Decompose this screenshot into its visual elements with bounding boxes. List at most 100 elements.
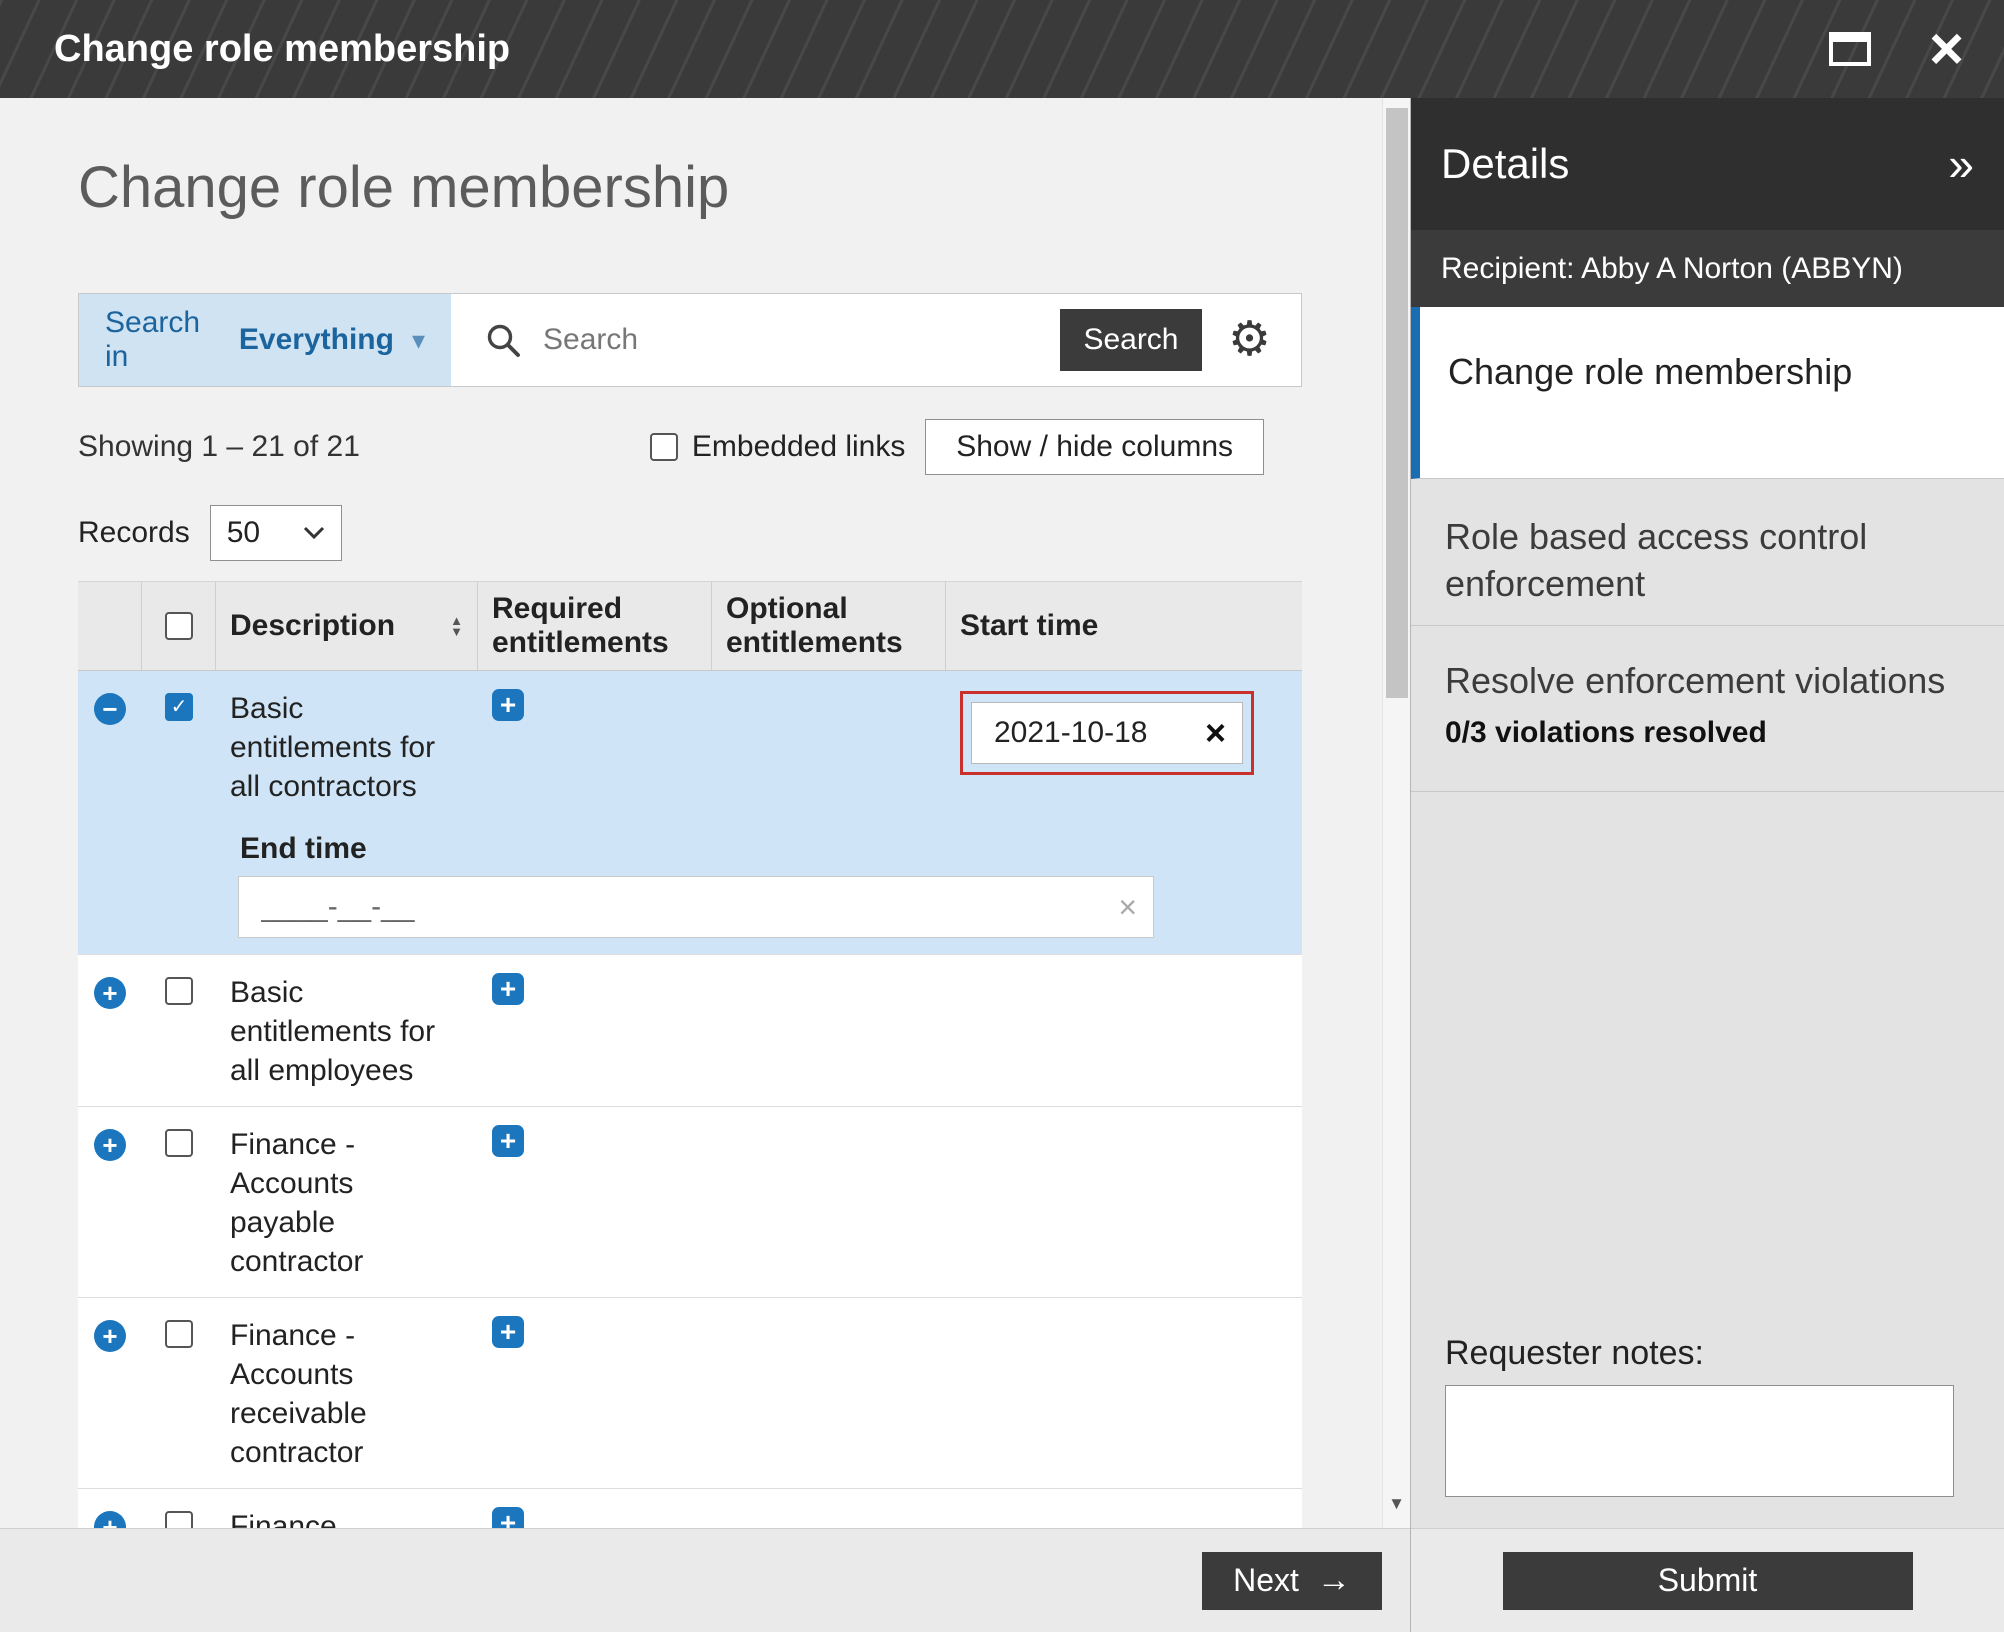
end-time-label: End time [240, 832, 1302, 866]
row-checkbox[interactable] [165, 977, 193, 1005]
embedded-links-checkbox[interactable] [650, 433, 678, 461]
row-checkbox-cell: ✓ [142, 671, 216, 822]
close-icon[interactable]: × [1929, 19, 1964, 79]
table-row: + Basic entitlements for all employees + [78, 955, 1302, 1107]
row-optional-cell [712, 1298, 946, 1488]
records-per-page-select[interactable]: 50 [210, 505, 342, 561]
search-button[interactable]: Search [1060, 309, 1202, 371]
scrollbar-down-arrow-icon[interactable]: ▼ [1383, 1494, 1410, 1514]
table-row: + Finance - Accounts receivable contract… [78, 1298, 1302, 1489]
app-body: Change role membership Search in Everyth… [0, 98, 2004, 1632]
submit-button[interactable]: Submit [1503, 1552, 1913, 1610]
gear-icon[interactable]: ⚙ [1228, 316, 1271, 364]
search-scope-prefix: Search in [105, 306, 229, 374]
start-time-field: × [971, 702, 1243, 764]
end-time-field: × [238, 876, 1154, 938]
requester-notes-input[interactable] [1445, 1385, 1954, 1497]
collapse-panel-icon[interactable]: » [1948, 137, 1974, 191]
row-checkbox-checked[interactable]: ✓ [165, 693, 193, 721]
window-title: Change role membership [54, 28, 510, 71]
roles-table: Description ▲ ▼ Required entitlements Op… [78, 581, 1302, 1528]
table-header-row: Description ▲ ▼ Required entitlements Op… [78, 581, 1302, 671]
arrow-right-icon: → [1317, 1561, 1351, 1600]
row-description: Finance - Accounts receivable contractor [216, 1298, 478, 1488]
add-required-entitlement-icon[interactable]: + [492, 689, 524, 721]
main-scrollbar[interactable]: ▼ [1382, 98, 1410, 1528]
search-scope-value: Everything [239, 323, 394, 357]
step-rbac-enforcement[interactable]: Role based access control enforcement [1411, 479, 2004, 626]
header-description[interactable]: Description ▲ ▼ [216, 582, 478, 670]
recipient-bar: Recipient: Abby A Norton (ABBYN) [1411, 230, 2004, 307]
row-optional-cell [712, 671, 946, 822]
row-optional-cell [712, 955, 946, 1106]
step-resolve-violations-label: Resolve enforcement violations [1445, 660, 1964, 702]
expand-row-icon[interactable]: + [94, 1511, 126, 1528]
header-start-time: Start time [946, 582, 1302, 670]
row-description: Finance [216, 1489, 478, 1528]
page-title: Change role membership [78, 154, 1304, 221]
main-footer: Next → [0, 1528, 1410, 1632]
embedded-links-label: Embedded links [692, 430, 905, 464]
row-expand-cell: + [78, 1489, 142, 1528]
row-expand-cell: + [78, 1107, 142, 1297]
row-start-time-cell [946, 1489, 1302, 1528]
search-icon [485, 322, 521, 358]
clear-start-time-icon[interactable]: × [1189, 715, 1242, 751]
step-resolve-violations[interactable]: Resolve enforcement violations 0/3 viola… [1411, 626, 2004, 792]
header-checkbox-cell [142, 582, 216, 670]
expand-row-icon[interactable]: + [94, 1320, 126, 1352]
step-change-role-membership[interactable]: Change role membership [1411, 307, 2004, 479]
add-required-entitlement-icon[interactable]: + [492, 973, 524, 1005]
row-checkbox[interactable] [165, 1129, 193, 1157]
row-start-time-cell [946, 1298, 1302, 1488]
row-required-cell: + [478, 1107, 712, 1297]
row-checkbox-cell [142, 1489, 216, 1528]
chevron-down-icon: ▾ [412, 325, 425, 356]
clear-end-time-icon[interactable]: × [1102, 891, 1153, 923]
scrollbar-thumb[interactable] [1386, 108, 1408, 698]
row-required-cell: + [478, 1489, 712, 1528]
end-time-input[interactable] [239, 890, 1102, 924]
row-optional-cell [712, 1107, 946, 1297]
show-hide-columns-button[interactable]: Show / hide columns [925, 419, 1264, 475]
search-scope-dropdown[interactable]: Search in Everything ▾ [79, 294, 451, 386]
add-required-entitlement-icon[interactable]: + [492, 1125, 524, 1157]
row-checkbox-cell [142, 1107, 216, 1297]
window-controls: × [1829, 19, 1964, 79]
add-required-entitlement-icon[interactable]: + [492, 1507, 524, 1528]
next-button-label: Next [1233, 1562, 1299, 1599]
row-expand-cell: + [78, 1298, 142, 1488]
sort-icons[interactable]: ▲ ▼ [450, 615, 463, 637]
row-start-time-cell [946, 955, 1302, 1106]
header-optional-entitlements: Optional entitlements [712, 582, 946, 670]
select-all-checkbox[interactable] [165, 612, 193, 640]
row-checkbox[interactable] [165, 1320, 193, 1348]
maximize-icon[interactable] [1829, 32, 1871, 66]
row-required-cell: + [478, 1298, 712, 1488]
start-time-input[interactable] [972, 716, 1189, 750]
records-row: Records 50 [78, 505, 1304, 561]
row-expand-cell: − [78, 671, 142, 822]
details-title: Details [1441, 140, 1569, 188]
violations-status: 0/3 violations resolved [1445, 716, 1964, 750]
records-label: Records [78, 516, 190, 550]
row-description: Finance - Accounts payable contractor [216, 1107, 478, 1297]
row-checkbox[interactable] [165, 1511, 193, 1528]
chevron-down-icon [303, 526, 325, 540]
results-summary: Showing 1 – 21 of 21 [78, 430, 360, 464]
row-description: Basic entitlements for all contractors [216, 671, 478, 822]
row-description: Basic entitlements for all employees [216, 955, 478, 1106]
expand-row-icon[interactable]: + [94, 1129, 126, 1161]
row-expand-cell: + [78, 955, 142, 1106]
collapse-row-icon[interactable]: − [94, 693, 126, 725]
start-time-highlight-box: × [960, 691, 1254, 775]
row-optional-cell [712, 1489, 946, 1528]
main-content: Change role membership Search in Everyth… [0, 98, 1382, 1528]
window-titlebar: Change role membership × [0, 0, 2004, 98]
requester-notes-label: Requester notes: [1445, 1334, 1954, 1373]
next-button[interactable]: Next → [1202, 1552, 1382, 1610]
row-checkbox-cell [142, 1298, 216, 1488]
expand-row-icon[interactable]: + [94, 977, 126, 1009]
add-required-entitlement-icon[interactable]: + [492, 1316, 524, 1348]
search-input[interactable] [543, 323, 1060, 357]
